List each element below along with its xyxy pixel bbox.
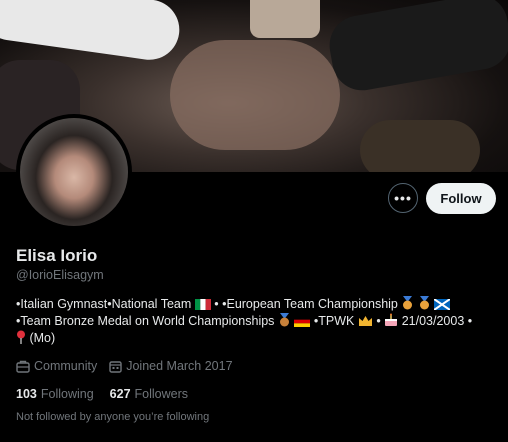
- profile-bio: •Italian Gymnast•National Team • •Europe…: [16, 296, 496, 347]
- profile-stats: 103 Following 627 Followers: [16, 387, 204, 401]
- following-label: Following: [40, 387, 94, 401]
- calendar-icon: [109, 360, 122, 373]
- avatar-photo: [20, 118, 128, 226]
- joined-date: Joined March 2017: [109, 359, 233, 373]
- not-followed-note: Not followed by anyone you’re following: [16, 411, 210, 423]
- bio-text: • •European Team Championship: [214, 297, 398, 311]
- profile-name: Elisa Iorio: [16, 246, 98, 265]
- more-icon: •••: [394, 190, 412, 206]
- profile-meta: Community Joined March 2017: [16, 359, 245, 373]
- followers-label: Followers: [134, 387, 189, 401]
- scotland-flag-icon: [434, 299, 451, 310]
- bio-text: •: [376, 314, 381, 328]
- pin-icon: [17, 330, 25, 344]
- profile-avatar[interactable]: [16, 114, 132, 230]
- joined-label: Joined March 2017: [126, 359, 233, 373]
- followers-count: 627: [109, 387, 131, 401]
- community-link[interactable]: Community: [16, 359, 97, 373]
- germany-flag-icon: [294, 316, 311, 327]
- italy-flag-icon: [194, 299, 211, 310]
- medal-icon: [419, 296, 429, 310]
- followers-link[interactable]: 627 Followers: [110, 387, 188, 401]
- more-options-button[interactable]: •••: [388, 183, 418, 213]
- bio-text: (Mo): [29, 331, 56, 345]
- profile-handle: @IorioElisagym: [16, 268, 104, 282]
- following-count: 103: [16, 387, 37, 401]
- bio-text: •Italian Gymnast•National Team: [16, 297, 192, 311]
- community-icon: [16, 360, 30, 373]
- bio-text: •Team Bronze Medal on World Championship…: [16, 314, 275, 328]
- medal-icon: [403, 296, 413, 310]
- bio-text: •TPWK: [313, 314, 355, 328]
- following-link[interactable]: 103 Following: [16, 387, 94, 401]
- community-label: Community: [34, 359, 98, 373]
- bio-text: 21/03/2003 •: [401, 314, 473, 328]
- crown-icon: [358, 316, 372, 326]
- medal-icon: [279, 313, 289, 327]
- follow-button[interactable]: Follow: [426, 183, 496, 214]
- cake-icon: [385, 313, 398, 326]
